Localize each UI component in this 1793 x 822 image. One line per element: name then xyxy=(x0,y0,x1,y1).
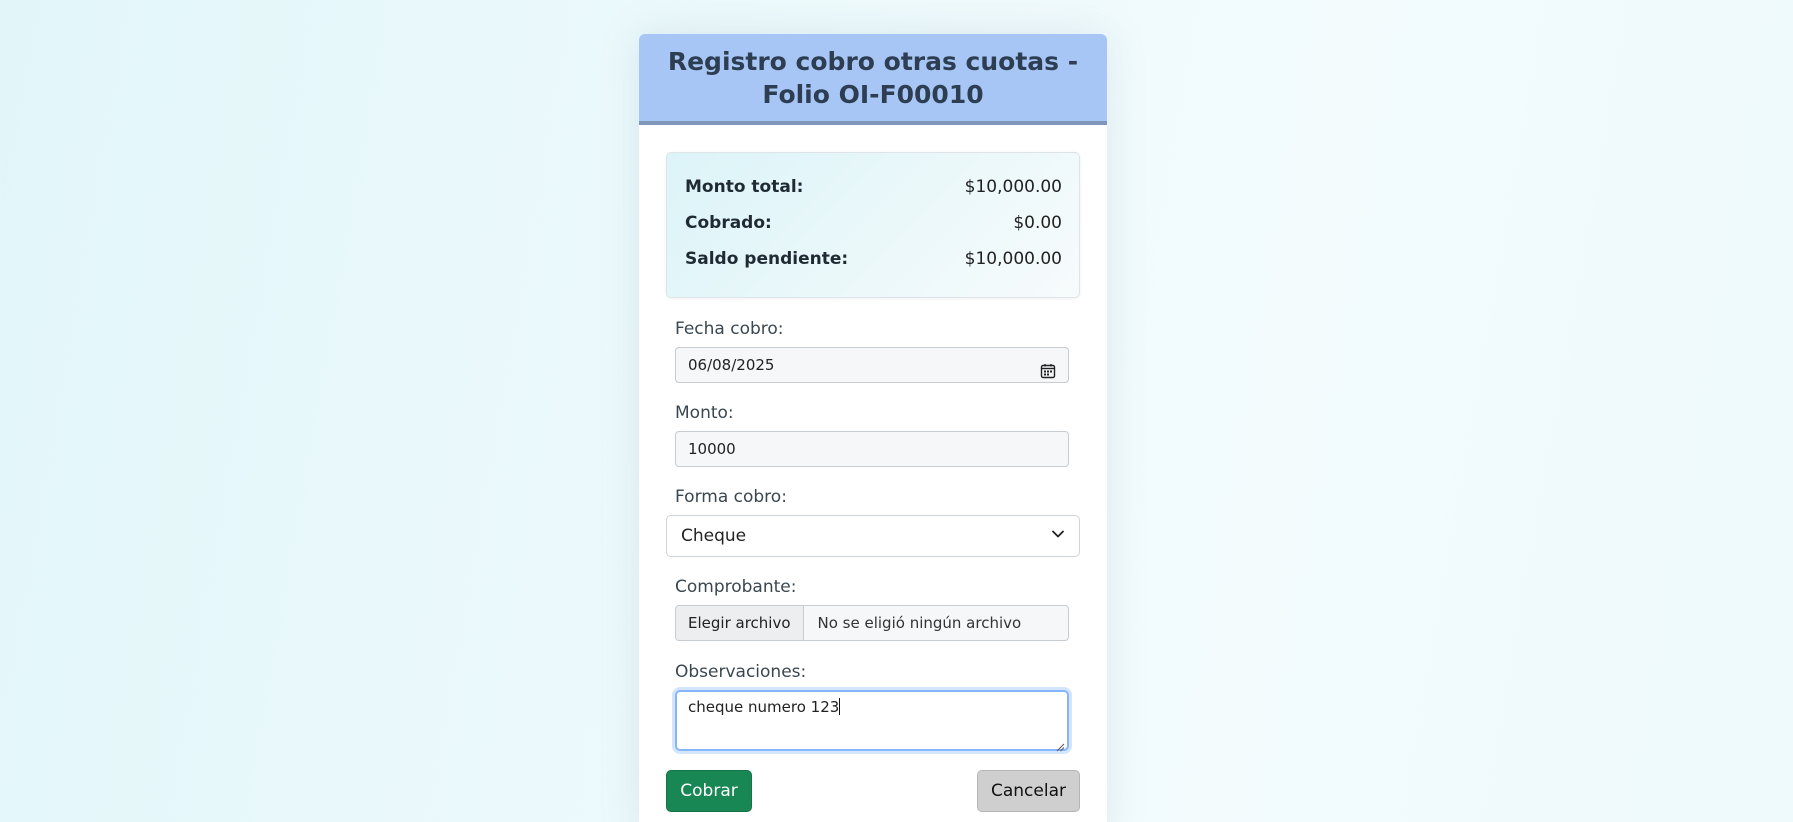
page-title: Registro cobro otras cuotas - Folio OI-F… xyxy=(667,46,1079,109)
forma-cobro-select[interactable]: Cheque xyxy=(666,515,1080,557)
summary-label: Cobrado: xyxy=(685,213,772,233)
calendar-icon[interactable] xyxy=(1040,357,1056,379)
choose-file-button[interactable]: Elegir archivo xyxy=(676,606,804,640)
summary-row-saldo: Saldo pendiente: $10,000.00 xyxy=(685,247,1062,271)
forma-cobro-label: Forma cobro: xyxy=(675,487,787,507)
chevron-down-icon xyxy=(1051,526,1065,546)
summary-label: Monto total: xyxy=(685,177,804,197)
summary-value: $10,000.00 xyxy=(964,177,1062,197)
file-status-text: No se eligió ningún archivo xyxy=(817,614,1022,632)
balance-summary: Monto total: $10,000.00 Cobrado: $0.00 S… xyxy=(666,152,1080,298)
text-caret xyxy=(839,698,841,715)
fecha-value: 06/08/2025 xyxy=(688,356,775,374)
cobrar-button[interactable]: Cobrar xyxy=(666,770,752,812)
observaciones-value: cheque numero 123 xyxy=(688,698,840,716)
comprobante-file-input[interactable]: Elegir archivo No se eligió ningún archi… xyxy=(675,605,1069,641)
summary-row-total: Monto total: $10,000.00 xyxy=(685,175,1062,199)
forma-cobro-value: Cheque xyxy=(681,526,747,546)
summary-value: $0.00 xyxy=(1013,213,1062,233)
card-header: Registro cobro otras cuotas - Folio OI-F… xyxy=(639,34,1107,125)
observaciones-label: Observaciones: xyxy=(675,662,807,682)
monto-input[interactable]: 10000 xyxy=(675,431,1069,467)
fecha-label: Fecha cobro: xyxy=(675,319,784,339)
summary-row-cobrado: Cobrado: $0.00 xyxy=(685,211,1062,235)
summary-value: $10,000.00 xyxy=(964,249,1062,269)
observaciones-textarea[interactable]: cheque numero 123 xyxy=(675,690,1069,752)
resize-handle-icon[interactable] xyxy=(1056,738,1065,752)
monto-label: Monto: xyxy=(675,403,734,423)
summary-label: Saldo pendiente: xyxy=(685,249,849,269)
comprobante-label: Comprobante: xyxy=(675,577,797,597)
fecha-date-input[interactable]: 06/08/2025 xyxy=(675,347,1069,383)
cancelar-button[interactable]: Cancelar xyxy=(977,770,1080,812)
monto-value: 10000 xyxy=(688,440,736,458)
payment-form-card: Registro cobro otras cuotas - Folio OI-F… xyxy=(639,34,1107,822)
